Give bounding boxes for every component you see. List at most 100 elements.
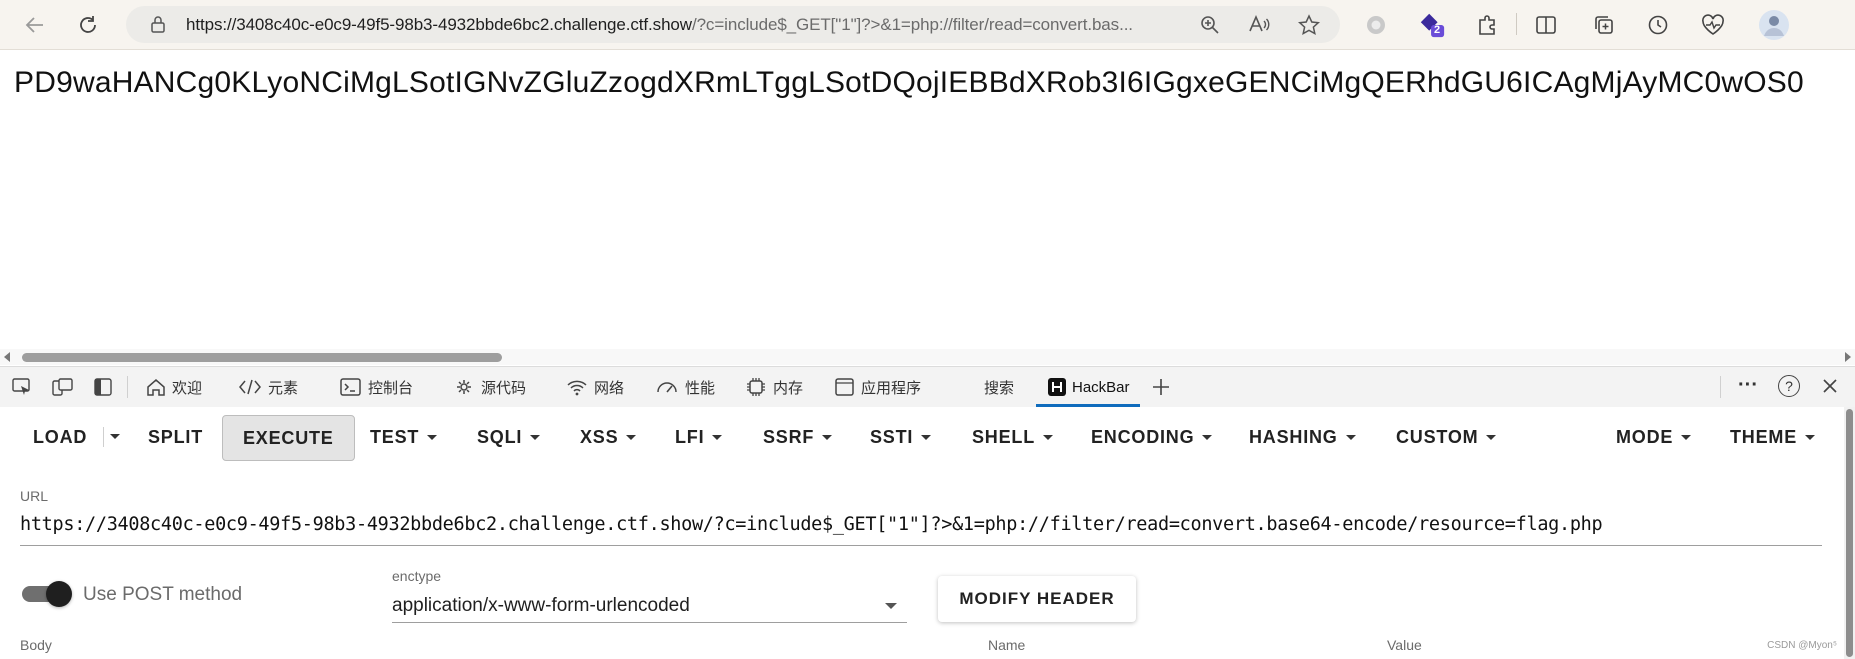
history-icon[interactable]: [1644, 11, 1672, 39]
post-method-label: Use POST method: [83, 584, 243, 605]
tab-performance[interactable]: 性能: [655, 367, 715, 407]
collections-icon[interactable]: [1590, 11, 1618, 39]
browser-toolbar: https://3408c40c-e0c9-49f5-98b3-4932bbde…: [0, 0, 1855, 50]
tab-console[interactable]: 控制台: [340, 367, 413, 407]
encoding-menu[interactable]: ENCODING: [1091, 415, 1213, 459]
code-brackets-icon: [238, 378, 262, 396]
theme-menu[interactable]: THEME: [1730, 415, 1815, 459]
split-button[interactable]: SPLIT: [148, 415, 203, 459]
execute-button[interactable]: EXECUTE: [222, 415, 355, 461]
tab-memory[interactable]: 内存: [745, 367, 803, 407]
header-value-label: Value: [1387, 637, 1422, 653]
caret-down-icon: [1681, 434, 1692, 440]
xss-menu-label: XSS: [580, 426, 619, 447]
lfi-menu-label: LFI: [675, 426, 705, 447]
hackbar-vertical-scrollbar[interactable]: [1844, 407, 1855, 659]
memory-chip-icon: [745, 377, 767, 397]
lfi-menu[interactable]: LFI: [675, 415, 723, 459]
extensions-puzzle-icon[interactable]: [1473, 11, 1501, 39]
xss-menu[interactable]: XSS: [580, 415, 637, 459]
enctype-select[interactable]: application/x-www-form-urlencoded: [392, 586, 907, 623]
tab-hackbar-label: HackBar: [1072, 378, 1130, 396]
device-emulation-icon[interactable]: [52, 378, 74, 401]
tab-memory-label: 内存: [773, 379, 804, 397]
tab-welcome-label: 欢迎: [172, 379, 203, 397]
add-tab-plus-icon[interactable]: [1151, 377, 1171, 402]
ssrf-menu[interactable]: SSRF: [763, 415, 833, 459]
post-method-toggle[interactable]: [20, 581, 72, 607]
inspect-element-icon[interactable]: [12, 378, 32, 401]
tab-network-label: 网络: [594, 379, 625, 397]
toggle-knob: [46, 581, 72, 607]
close-devtools-icon[interactable]: [1821, 377, 1839, 400]
caret-down-icon: [1202, 434, 1213, 440]
url-field-label: URL: [20, 488, 49, 504]
shell-menu-label: SHELL: [972, 426, 1036, 447]
test-menu[interactable]: TEST: [370, 415, 438, 459]
tab-welcome[interactable]: 欢迎: [146, 367, 202, 407]
zoom-icon[interactable]: [1200, 15, 1220, 40]
theme-menu-label: THEME: [1730, 426, 1797, 447]
extension-circle-icon[interactable]: [1362, 11, 1390, 39]
home-icon: [146, 378, 166, 396]
ssti-menu[interactable]: SSTI: [870, 415, 932, 459]
caret-down-icon: [530, 434, 541, 440]
console-icon: [340, 378, 362, 396]
caret-down-icon: [712, 434, 723, 440]
toolbar-divider: [1516, 13, 1517, 35]
caret-down-icon: [822, 434, 833, 440]
gauge-icon: [655, 378, 679, 396]
hashing-menu-label: HASHING: [1249, 426, 1338, 447]
shell-menu[interactable]: SHELL: [972, 415, 1054, 459]
load-dropdown-caret-icon[interactable]: [110, 434, 120, 439]
performance-heart-icon[interactable]: [1699, 11, 1727, 39]
devtools-tab-strip: 欢迎 元素 控制台 源代码 网络 性能 内存 应用程序 搜索 HackBar ·…: [0, 366, 1855, 408]
read-aloud-icon[interactable]: [1248, 14, 1270, 39]
custom-menu-label: CUSTOM: [1396, 426, 1479, 447]
test-menu-label: TEST: [370, 426, 420, 447]
sources-gear-icon: [453, 378, 475, 396]
hashing-menu[interactable]: HASHING: [1249, 415, 1356, 459]
scroll-left-arrow-icon[interactable]: [4, 352, 10, 362]
toggle-sidebar-icon[interactable]: [94, 378, 112, 401]
extension-badge-icon[interactable]: 2: [1418, 11, 1446, 39]
custom-menu[interactable]: CUSTOM: [1396, 415, 1497, 459]
help-icon[interactable]: ?: [1778, 375, 1800, 397]
url-input-underline: [20, 545, 1822, 546]
favorite-star-icon[interactable]: [1297, 14, 1321, 41]
caret-down-icon: [921, 434, 932, 440]
load-button[interactable]: LOAD: [33, 415, 87, 459]
back-arrow-icon[interactable]: [20, 10, 50, 40]
scrollbar-thumb[interactable]: [22, 353, 502, 362]
lock-icon[interactable]: [150, 15, 166, 38]
profile-avatar[interactable]: [1756, 7, 1792, 43]
split-screen-icon[interactable]: [1532, 11, 1560, 39]
tab-sources-label: 源代码: [481, 379, 527, 397]
load-divider: [103, 427, 104, 447]
scroll-right-arrow-icon[interactable]: [1845, 352, 1851, 362]
ssti-menu-label: SSTI: [870, 426, 914, 447]
modify-header-button[interactable]: MODIFY HEADER: [938, 576, 1136, 622]
enctype-label: enctype: [392, 568, 442, 584]
tab-divider-right: [1720, 376, 1721, 398]
more-options-icon[interactable]: ···: [1738, 374, 1758, 397]
sqli-menu[interactable]: SQLI: [477, 415, 541, 459]
tab-divider: [127, 376, 128, 398]
application-window-icon: [835, 378, 855, 396]
tab-elements[interactable]: 元素: [238, 367, 298, 407]
address-bar[interactable]: https://3408c40c-e0c9-49f5-98b3-4932bbde…: [126, 6, 1340, 43]
tab-console-label: 控制台: [368, 379, 414, 397]
tab-search[interactable]: 搜索: [984, 367, 1014, 407]
horizontal-scrollbar[interactable]: [0, 349, 1855, 365]
url-input[interactable]: https://3408c40c-e0c9-49f5-98b3-4932bbde…: [20, 514, 1822, 535]
page-output-text: PD9waHANCg0KLyoNCiMgLSotIGNvZGluZzogdXRm…: [14, 66, 1804, 99]
mode-menu[interactable]: MODE: [1616, 415, 1692, 459]
tab-application[interactable]: 应用程序: [835, 367, 921, 407]
caret-down-icon: [1805, 434, 1815, 440]
tab-network[interactable]: 网络: [566, 367, 624, 407]
tab-hackbar[interactable]: HackBar: [1036, 367, 1140, 407]
caret-down-icon: [626, 434, 637, 440]
tab-sources[interactable]: 源代码: [453, 367, 526, 407]
scrollbar-thumb[interactable]: [1846, 409, 1853, 657]
reload-icon[interactable]: [73, 10, 103, 40]
